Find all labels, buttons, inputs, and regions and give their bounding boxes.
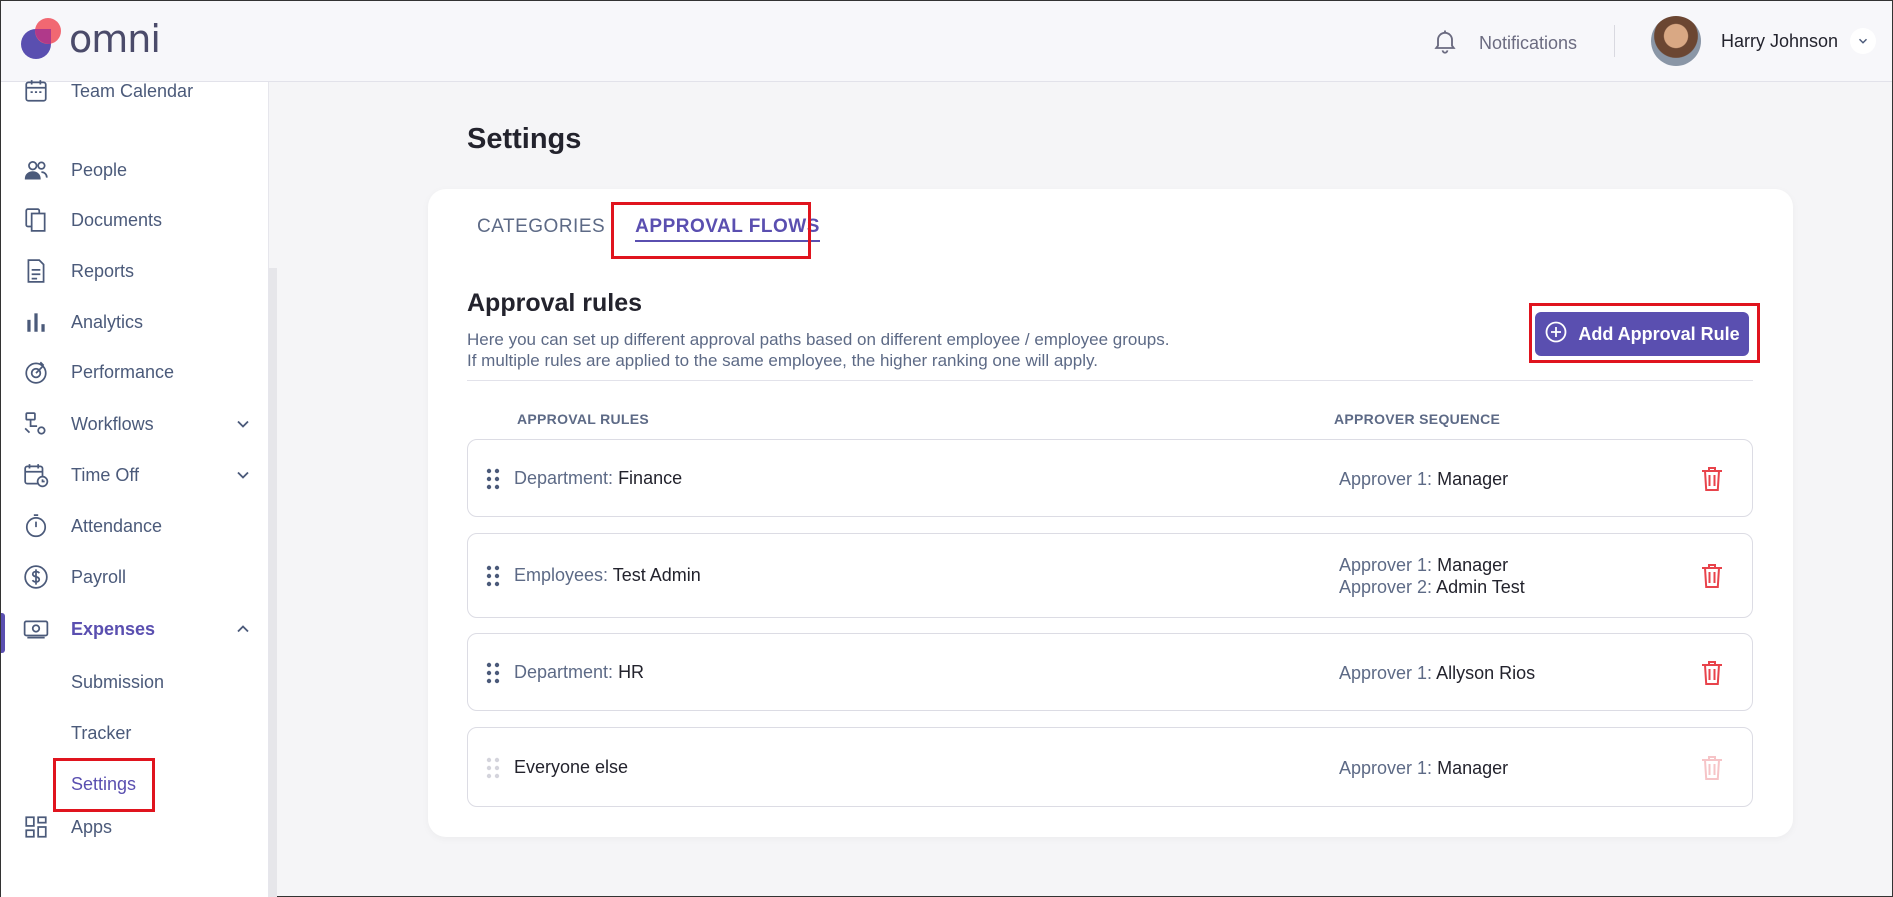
rule-value: Finance bbox=[618, 468, 683, 488]
approver-key: Approver 2: bbox=[1339, 577, 1433, 597]
trash-icon[interactable] bbox=[1700, 660, 1724, 686]
header-divider bbox=[1614, 25, 1615, 57]
chevron-up-icon[interactable] bbox=[233, 619, 253, 639]
drag-handle-icon[interactable] bbox=[486, 662, 500, 684]
drag-handle-icon[interactable] bbox=[486, 468, 500, 490]
calendar-icon bbox=[23, 78, 49, 104]
approver-value: Manager bbox=[1437, 758, 1509, 778]
highlight-box bbox=[1529, 303, 1760, 363]
active-indicator bbox=[1, 613, 5, 653]
approver-key: Approver 1: bbox=[1339, 663, 1433, 683]
sidebar-item-label: Attendance bbox=[71, 515, 163, 536]
rule-key: Department: bbox=[514, 468, 614, 488]
sidebar-item-expenses[interactable]: Expenses bbox=[1, 608, 269, 650]
workflow-icon bbox=[23, 411, 49, 437]
approver-value: Admin Test bbox=[1436, 577, 1525, 597]
sidebar-item-analytics[interactable]: Analytics bbox=[1, 301, 269, 343]
sidebar-item-workflows[interactable]: Workflows bbox=[1, 403, 269, 445]
top-header: omni Notifications Harry Johnson bbox=[1, 1, 1892, 82]
sidebar-item-label: Expenses bbox=[71, 618, 156, 639]
sidebar-item-documents[interactable]: Documents bbox=[1, 199, 269, 241]
logo-text: omni bbox=[69, 17, 161, 61]
page-title: Settings bbox=[467, 123, 582, 155]
sidebar-item-label: People bbox=[71, 159, 128, 180]
user-name: Harry Johnson bbox=[1721, 30, 1839, 51]
chevron-down-icon[interactable] bbox=[1850, 28, 1877, 54]
money-icon bbox=[23, 616, 49, 642]
column-header-rules: APPROVAL RULES bbox=[517, 411, 650, 427]
section-title: Approval rules bbox=[467, 289, 643, 317]
chevron-down-icon[interactable] bbox=[233, 414, 253, 434]
sidebar-item-label: Workflows bbox=[71, 413, 154, 434]
notifications-button[interactable]: Notifications bbox=[1431, 27, 1577, 60]
trash-icon[interactable] bbox=[1700, 563, 1724, 589]
rule-key: Employees: bbox=[514, 565, 609, 585]
sidebar-item-label: Documents bbox=[71, 209, 163, 230]
sidebar-item-label: Analytics bbox=[71, 311, 144, 332]
approval-rule-row[interactable]: Employees: Test Admin Approver 1: Manage… bbox=[467, 533, 1753, 618]
sidebar-item-time-off[interactable]: Time Off bbox=[1, 454, 269, 496]
user-menu[interactable]: Harry Johnson bbox=[1651, 16, 1877, 66]
approver-key: Approver 1: bbox=[1339, 469, 1433, 489]
drag-handle-icon[interactable] bbox=[486, 565, 500, 587]
sidebar-scrollbar[interactable] bbox=[269, 268, 277, 897]
sidebar-item-label: Reports bbox=[71, 260, 135, 281]
bar-chart-icon bbox=[23, 309, 49, 335]
performance-icon bbox=[23, 359, 49, 385]
calendar-clock-icon bbox=[23, 462, 49, 488]
sidebar-item-label: Apps bbox=[71, 816, 113, 837]
approver-value: Manager bbox=[1437, 469, 1509, 489]
description-line: Here you can set up different approval p… bbox=[467, 330, 1170, 349]
approver-key: Approver 1: bbox=[1339, 758, 1433, 778]
approver-value: Manager bbox=[1437, 555, 1509, 575]
omni-logo[interactable]: omni bbox=[21, 17, 161, 61]
trash-icon[interactable] bbox=[1700, 466, 1724, 492]
divider bbox=[467, 380, 1753, 381]
sidebar-item-payroll[interactable]: Payroll bbox=[1, 556, 269, 598]
stopwatch-icon bbox=[23, 513, 49, 539]
sidebar-item-performance[interactable]: Performance bbox=[1, 351, 269, 393]
drag-handle-icon bbox=[486, 757, 500, 779]
approval-rule-row[interactable]: Department: Finance Approver 1: Manager bbox=[467, 439, 1753, 517]
rule-key: Department: bbox=[514, 662, 614, 682]
sidebar-item-label: Team Calendar bbox=[71, 80, 194, 101]
tab-categories[interactable]: CATEGORIES bbox=[477, 216, 605, 242]
approver-value: Allyson Rios bbox=[1436, 663, 1536, 683]
documents-icon bbox=[23, 207, 49, 233]
sidebar-item-reports[interactable]: Reports bbox=[1, 250, 269, 292]
rule-value: HR bbox=[618, 662, 645, 682]
approval-rule-row: Everyone else Approver 1: Manager bbox=[467, 727, 1753, 807]
sidebar-item-label: Time Off bbox=[71, 464, 140, 485]
highlight-box bbox=[611, 202, 811, 259]
people-icon bbox=[23, 157, 49, 183]
rule-value: Test Admin bbox=[612, 565, 701, 585]
report-icon bbox=[23, 258, 49, 284]
approver-key: Approver 1: bbox=[1339, 555, 1433, 575]
apps-grid-icon bbox=[23, 814, 49, 840]
description-line: If multiple rules are applied to the sam… bbox=[467, 351, 1098, 370]
column-header-sequence: APPROVER SEQUENCE bbox=[1334, 411, 1501, 427]
sidebar-item-people[interactable]: People bbox=[1, 149, 269, 191]
logo-mark-icon bbox=[21, 17, 65, 61]
approval-rule-row[interactable]: Department: HR Approver 1: Allyson Rios bbox=[467, 633, 1753, 711]
rule-value: Everyone else bbox=[514, 757, 629, 777]
section-description: Here you can set up different approval p… bbox=[467, 329, 1170, 371]
sidebar-item-label: Payroll bbox=[71, 566, 127, 587]
sidebar-item-label: Performance bbox=[71, 361, 175, 382]
sidebar-item-team-calendar[interactable]: Team Calendar bbox=[1, 70, 269, 112]
trash-icon bbox=[1700, 755, 1724, 781]
chevron-down-icon[interactable] bbox=[233, 465, 253, 485]
dollar-icon bbox=[23, 564, 49, 590]
sidebar-subitem-submission[interactable]: Submission bbox=[71, 672, 164, 693]
bell-icon bbox=[1431, 27, 1459, 60]
notifications-label: Notifications bbox=[1479, 33, 1578, 53]
avatar bbox=[1651, 16, 1701, 66]
sidebar-subitem-tracker[interactable]: Tracker bbox=[71, 723, 131, 744]
highlight-box bbox=[53, 758, 155, 812]
sidebar-item-attendance[interactable]: Attendance bbox=[1, 505, 269, 547]
sidebar-item-apps[interactable]: Apps bbox=[1, 806, 269, 848]
